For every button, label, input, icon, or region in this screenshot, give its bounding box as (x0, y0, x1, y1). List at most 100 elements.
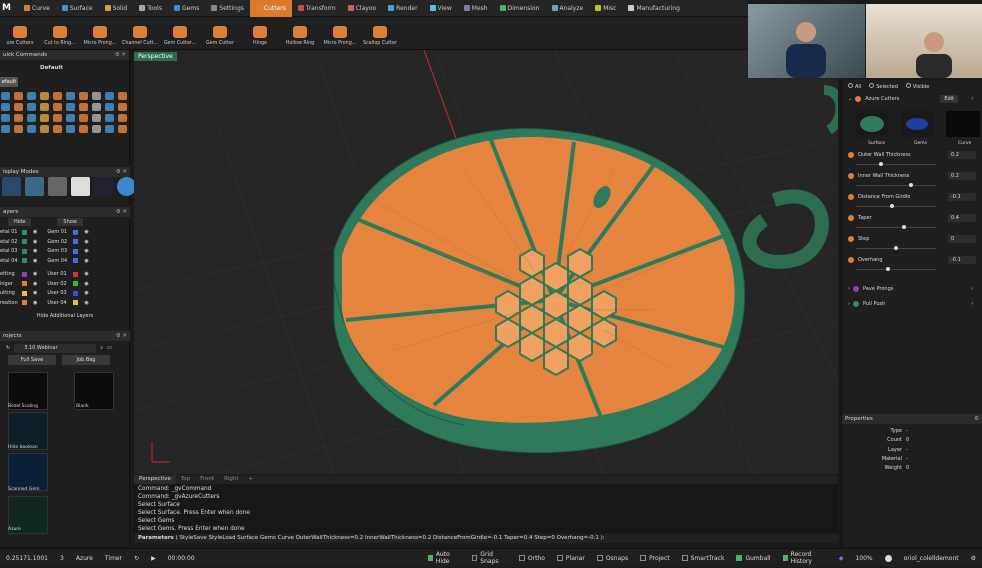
quick-command-icon[interactable] (92, 103, 101, 111)
planar-toggle[interactable]: Planar (551, 549, 591, 568)
edit-button[interactable]: Edit (940, 95, 958, 103)
quick-command-icon[interactable] (105, 92, 114, 100)
quick-command-icon[interactable] (27, 92, 36, 100)
refresh-icon[interactable]: ↻ (6, 345, 10, 351)
menu-tab-dimension[interactable]: Dimension (494, 0, 546, 17)
layer-color-swatch[interactable] (22, 290, 27, 296)
layer-color-swatch[interactable] (73, 271, 79, 277)
param-value-input[interactable]: -0.1 (948, 193, 976, 201)
close-icon[interactable]: ⚙ ✕ (116, 209, 127, 215)
eye-icon[interactable]: ◉ (84, 258, 88, 264)
layer-row[interactable]: inger ◉ User 02 ◉ (0, 280, 126, 288)
eye-icon[interactable]: ◉ (33, 271, 37, 277)
quick-command-icon[interactable] (92, 92, 101, 100)
pull-push-row[interactable]: › Pull Push ⚡ (848, 301, 980, 307)
param-slider[interactable] (856, 246, 936, 250)
layer-color-swatch[interactable] (22, 239, 27, 244)
layer-color-swatch[interactable] (73, 300, 79, 305)
quick-command-icon[interactable] (14, 92, 23, 100)
tool-button[interactable]: Gem Cutter (200, 16, 240, 49)
chevron-right-icon[interactable]: › (848, 286, 850, 292)
layer-row[interactable]: etal 04 ◉ Gem 04 ◉ (0, 257, 126, 265)
param-slider[interactable] (856, 225, 936, 229)
tool-button[interactable]: Hollow Ring (280, 16, 320, 49)
layer-color-swatch[interactable] (73, 281, 79, 286)
quick-command-icon[interactable] (79, 114, 88, 122)
quick-command-icon[interactable] (40, 103, 49, 111)
tool-button[interactable]: Cut to Ring... (40, 16, 80, 49)
user-name[interactable]: oriol_colelldemont (898, 549, 965, 568)
menu-tab-tools[interactable]: Tools (133, 0, 168, 17)
layer-color-swatch[interactable] (22, 281, 27, 286)
close-icon[interactable]: ⚙ ✕ (115, 52, 126, 58)
display-mode-globe-icon[interactable] (25, 177, 44, 196)
view-tab[interactable]: Perspective (134, 475, 176, 484)
quick-command-icon[interactable] (79, 125, 88, 133)
eye-icon[interactable]: ◉ (33, 229, 37, 235)
gems-thumb[interactable] (901, 111, 933, 137)
hide-column[interactable]: Hide (8, 218, 32, 226)
grid-snaps-toggle[interactable]: Grid Snaps (466, 549, 513, 568)
perspective-viewport[interactable]: Perspective (134, 50, 838, 474)
radio-all[interactable]: All (848, 83, 861, 90)
tool-button[interactable]: Channel Cutt... (120, 16, 160, 49)
param-slider[interactable] (856, 183, 936, 187)
job-bag-button[interactable]: Job Bag (62, 355, 110, 365)
gumball-toggle[interactable]: Gumball (730, 549, 776, 568)
tool-button[interactable]: Gem Cutter... (160, 16, 200, 49)
view-tab[interactable]: Top (176, 475, 195, 484)
param-slider[interactable] (856, 162, 936, 166)
param-value-input[interactable]: 0.2 (948, 151, 976, 159)
quick-command-icon[interactable] (92, 114, 101, 122)
menu-tab-manufacturing[interactable]: Manufacturing (622, 0, 685, 17)
view-tab[interactable]: Front (195, 475, 219, 484)
layer-row[interactable]: reation ◉ User 04 ◉ (0, 299, 126, 307)
gear-icon[interactable]: ⚙ (974, 416, 979, 422)
material-label[interactable]: Azure (70, 549, 99, 568)
close-icon[interactable]: ⚙ ✕ (116, 333, 127, 339)
quick-command-icon[interactable] (27, 125, 36, 133)
layer-color-swatch[interactable] (73, 258, 79, 263)
radio-selected[interactable]: Selected (869, 83, 898, 90)
quick-command-icon[interactable] (14, 125, 23, 133)
quick-command-icon[interactable] (40, 92, 49, 100)
quick-command-icon[interactable] (66, 114, 75, 122)
menu-tab-mesh[interactable]: Mesh (458, 0, 494, 17)
quick-command-icon[interactable] (1, 92, 10, 100)
play-icon[interactable]: ▶ (145, 549, 162, 568)
eye-icon[interactable]: ◉ (84, 271, 88, 277)
quick-command-icon[interactable] (27, 103, 36, 111)
chevron-down-icon[interactable]: ⌄ (848, 96, 852, 102)
osnaps-toggle[interactable]: Osnaps (591, 549, 634, 568)
quick-command-icon[interactable] (27, 114, 36, 122)
tool-button[interactable]: Micro Prong... (320, 16, 360, 49)
param-value-input[interactable]: -0.1 (948, 256, 976, 264)
gear-icon[interactable]: ⚙ (965, 549, 982, 568)
project-thumb-scanned-gem[interactable] (8, 453, 48, 491)
run-icon[interactable]: ⚡ (970, 96, 974, 102)
viewport-tab-perspective[interactable]: Perspective (134, 52, 177, 61)
eye-icon[interactable]: ◉ (84, 290, 88, 296)
param-slider[interactable] (856, 267, 936, 271)
layer-row[interactable]: utting ◉ User 03 ◉ (0, 289, 126, 297)
layer-row[interactable]: etting ◉ User 01 ◉ (0, 270, 126, 278)
tool-button[interactable]: Micro Prong... (80, 16, 120, 49)
menu-tab-misc[interactable]: Misc (589, 0, 622, 17)
menu-tab-gems[interactable]: Gems (168, 0, 205, 17)
quick-command-icon[interactable] (1, 125, 10, 133)
run-icon[interactable]: ⚡ (970, 286, 974, 292)
view-tab[interactable]: Right (219, 475, 243, 484)
menu-tab-analyze[interactable]: Analyze (546, 0, 590, 17)
slider-handle[interactable] (886, 267, 891, 271)
layer-color-swatch[interactable] (22, 271, 27, 277)
surface-thumb[interactable] (856, 111, 888, 137)
slider-handle[interactable] (878, 162, 883, 166)
layer-row[interactable]: etal 01 ◉ Gem 01 ◉ (0, 228, 126, 236)
quick-command-icon[interactable] (79, 92, 88, 100)
chevron-right-icon[interactable]: › (848, 301, 850, 307)
quick-command-icon[interactable] (40, 114, 49, 122)
quick-command-icon[interactable] (53, 103, 62, 111)
record-history-toggle[interactable]: Record History (777, 549, 833, 568)
layer-color-swatch[interactable] (22, 248, 27, 254)
slider-handle[interactable] (894, 246, 898, 250)
